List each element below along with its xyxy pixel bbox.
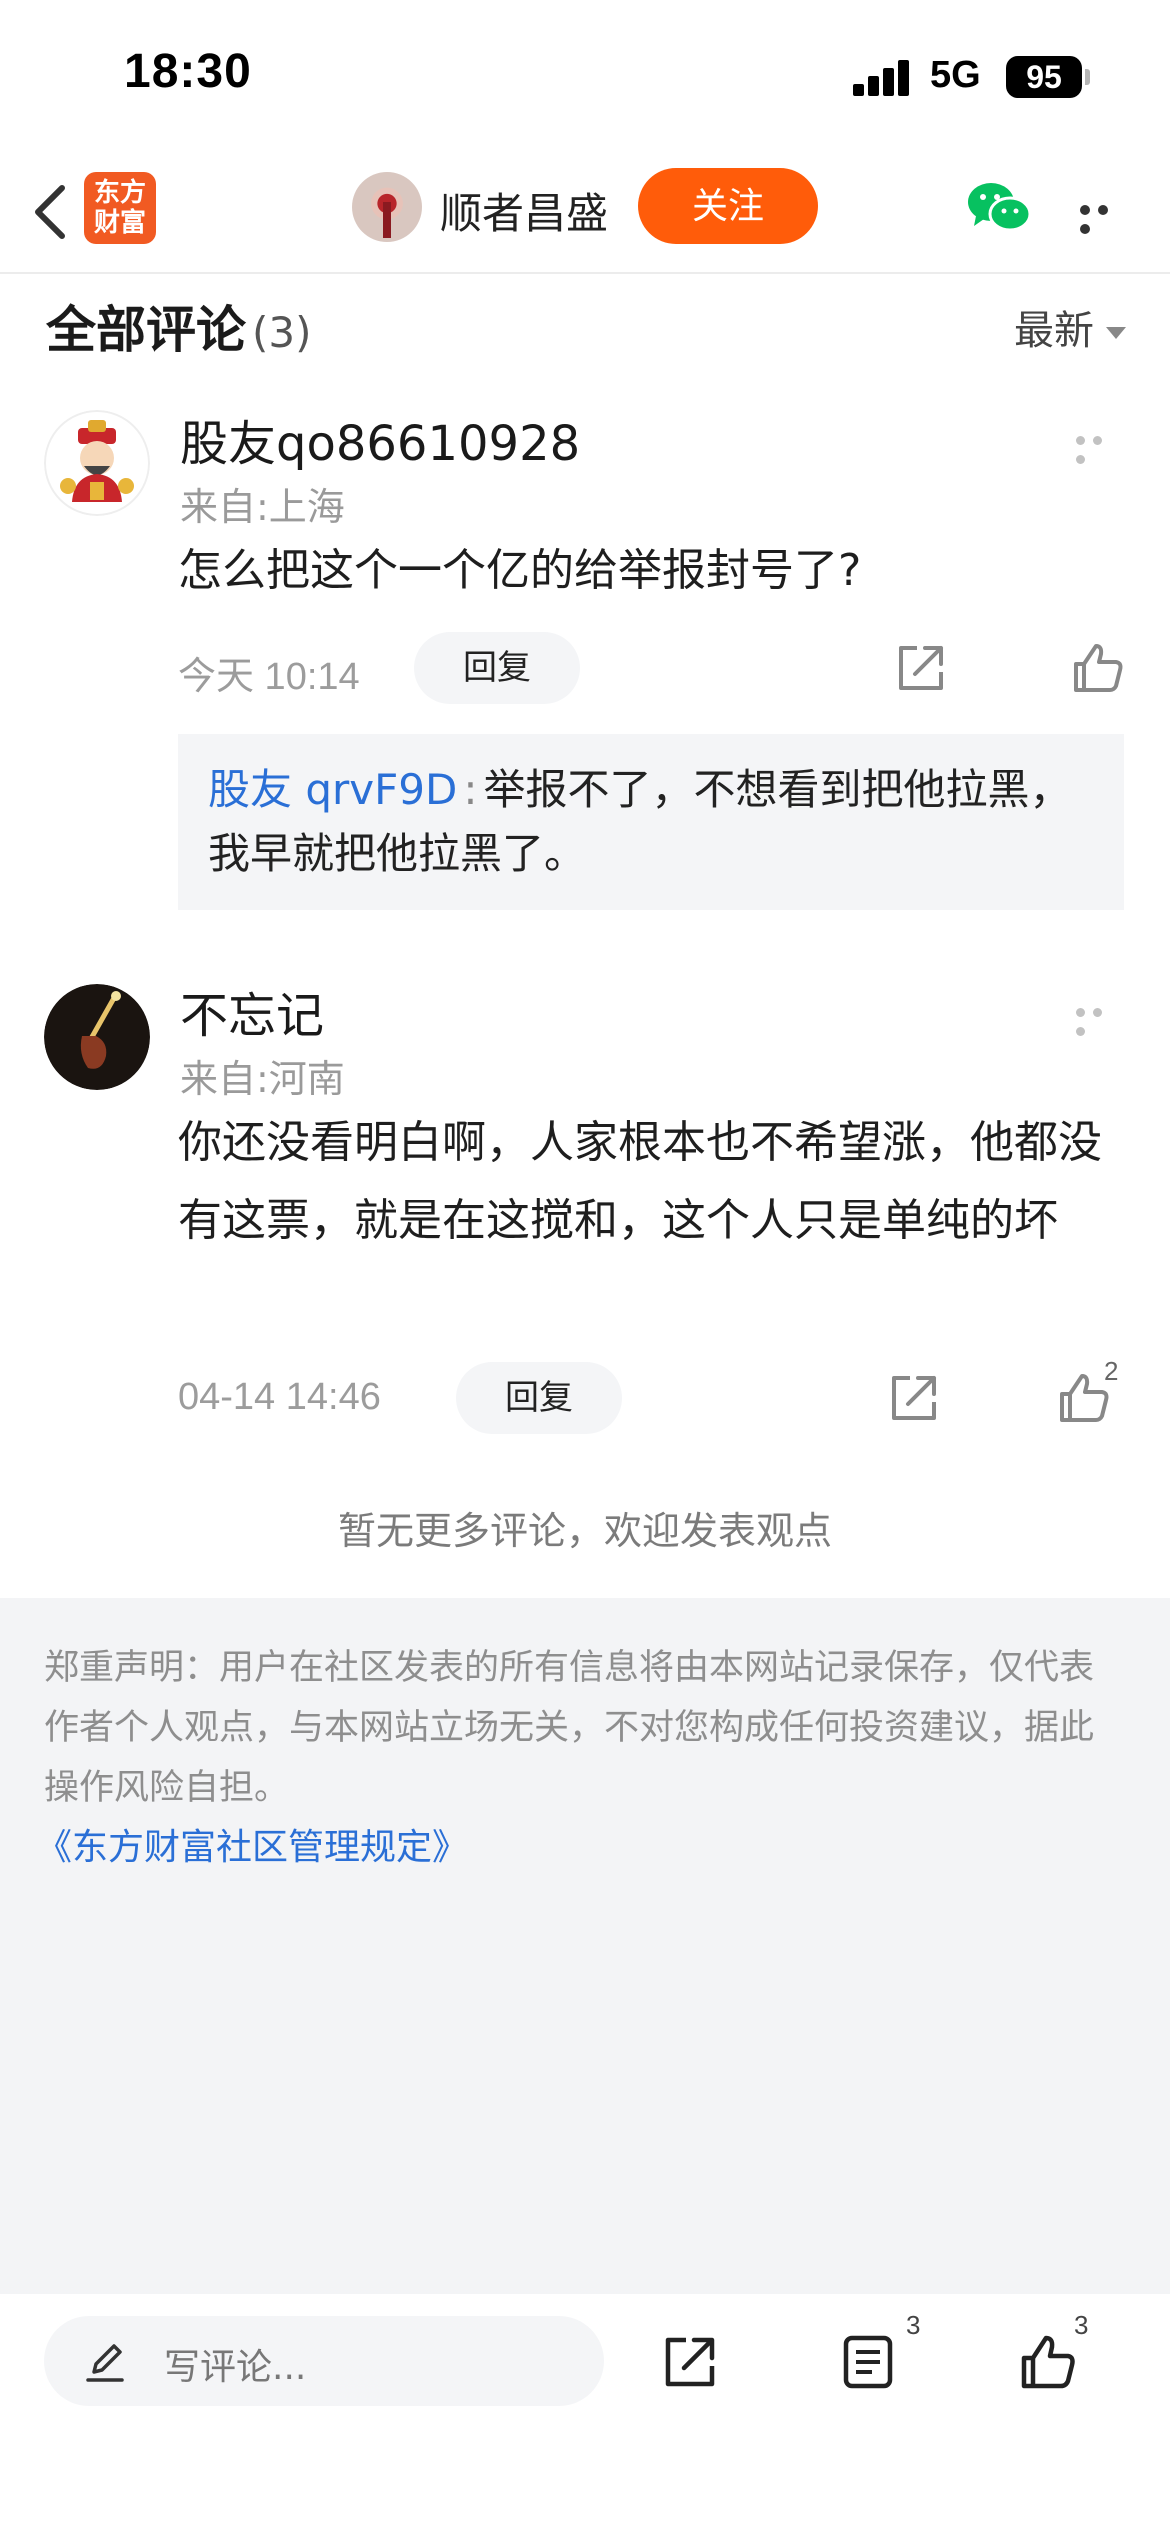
like-icon[interactable] bbox=[1018, 2332, 1078, 2392]
comment-more-icon[interactable] bbox=[1076, 1002, 1126, 1036]
comments-title: 全部评论 bbox=[46, 301, 246, 359]
comment-more-icon[interactable] bbox=[1076, 430, 1126, 464]
reply-button[interactable]: 回复 bbox=[456, 1362, 622, 1434]
follow-button[interactable]: 关注 bbox=[638, 168, 818, 244]
logo-line1: 东方 bbox=[93, 178, 146, 208]
signal-icon bbox=[853, 58, 911, 96]
sort-label: 最新 bbox=[1014, 308, 1094, 354]
like-icon[interactable] bbox=[1070, 640, 1126, 696]
author-name[interactable]: 顺者昌盛 bbox=[440, 180, 608, 241]
app-logo[interactable]: 东方 财富 bbox=[84, 172, 156, 244]
status-bar: 18:30 5G 95 bbox=[0, 0, 1170, 150]
comment-time: 04-14 14:46 bbox=[178, 1376, 381, 1418]
comment-input[interactable]: 写评论... bbox=[44, 2316, 604, 2406]
pen-icon bbox=[86, 2344, 124, 2382]
wechat-icon[interactable] bbox=[966, 180, 1032, 236]
navbar: 东方 财富 顺者昌盛 关注 bbox=[0, 150, 1170, 274]
no-more-comments: 暂无更多评论，欢迎发表观点 bbox=[337, 1509, 832, 1553]
comment-location: 来自:河南 bbox=[180, 1057, 345, 1101]
comments-header: 全部评论 (3) 最新 bbox=[46, 290, 1126, 370]
status-time: 18:30 bbox=[124, 45, 252, 98]
comment-location: 来自:上海 bbox=[180, 485, 345, 529]
back-icon[interactable] bbox=[26, 180, 76, 244]
comment-body: 你还没看明白啊，人家根本也不希望涨，他都没有这票，就是在这搅和，这个人只是单纯的… bbox=[178, 1117, 1102, 1246]
reply-button[interactable]: 回复 bbox=[414, 632, 580, 704]
network-type: 5G bbox=[930, 54, 981, 96]
share-icon[interactable] bbox=[660, 2332, 720, 2392]
bottom-bar: 写评论... 3 3 bbox=[0, 2294, 1170, 2532]
user-avatar[interactable] bbox=[44, 410, 150, 516]
logo-line2: 财富 bbox=[93, 208, 146, 238]
disclaimer-text: 郑重声明：用户在社区发表的所有信息将由本网站记录保存，仅代表作者个人观点，与本网… bbox=[44, 1648, 1095, 1808]
share-icon[interactable] bbox=[886, 1370, 942, 1426]
community-rules-link[interactable]: 《东方财富社区管理规定》 bbox=[36, 1818, 1126, 1878]
more-options-icon[interactable] bbox=[1080, 200, 1132, 234]
comment-input-placeholder: 写评论... bbox=[164, 2347, 307, 2388]
sort-select[interactable]: 最新 bbox=[1014, 298, 1126, 356]
author-avatar[interactable] bbox=[352, 172, 422, 242]
comment-time: 今天 10:14 bbox=[178, 656, 360, 698]
comment-username[interactable]: 不忘记 bbox=[180, 976, 324, 1046]
battery-icon: 95 bbox=[1006, 56, 1082, 98]
disclaimer: 郑重声明：用户在社区发表的所有信息将由本网站记录保存，仅代表作者个人观点，与本网… bbox=[0, 1598, 1170, 2294]
comments-count: (3) bbox=[252, 308, 312, 357]
comment-body: 怎么把这个一个亿的给举报封号了? bbox=[178, 545, 862, 596]
caret-down-icon bbox=[1106, 327, 1126, 339]
sub-reply-username[interactable]: 股友 qrvF9D bbox=[208, 765, 457, 814]
share-icon[interactable] bbox=[893, 640, 949, 696]
comments-badge: 3 bbox=[906, 2310, 921, 2340]
user-avatar[interactable] bbox=[44, 984, 150, 1090]
like-count: 2 bbox=[1104, 1356, 1119, 1386]
battery-tip bbox=[1085, 69, 1090, 85]
comment-username[interactable]: 股友qo86610928 bbox=[180, 404, 580, 474]
sub-reply-separator: : bbox=[463, 765, 478, 814]
sub-reply[interactable]: 股友 qrvF9D: 举报不了，不想看到把他拉黑，我早就把他拉黑了。 bbox=[178, 734, 1124, 910]
likes-badge: 3 bbox=[1074, 2310, 1089, 2340]
comments-icon[interactable] bbox=[838, 2332, 898, 2392]
